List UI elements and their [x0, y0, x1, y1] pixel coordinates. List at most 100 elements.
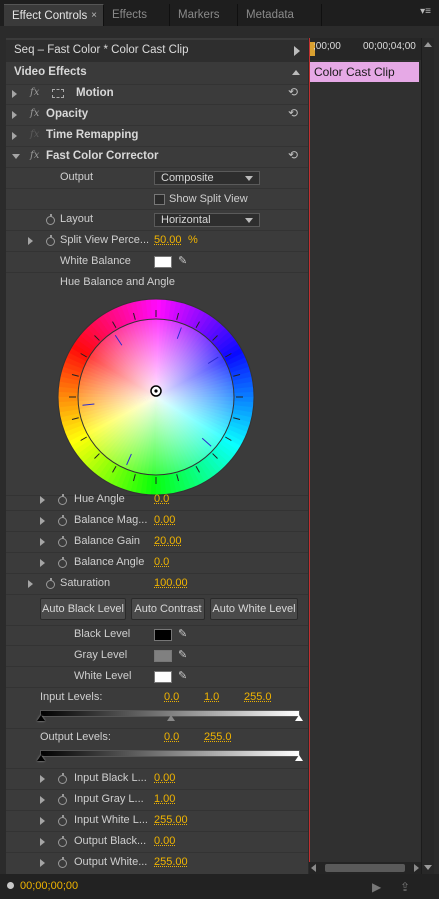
effect-row-opacity[interactable]: fx Opacity ⟲ — [6, 105, 308, 126]
output-black-value[interactable]: 0.0 — [164, 731, 179, 743]
output-white-level-value[interactable]: 255.00 — [154, 856, 188, 868]
tab-effect-controls[interactable]: Effect Controls × — [4, 4, 104, 26]
stopwatch-icon[interactable] — [58, 536, 67, 547]
white-level-label: White Level — [74, 670, 132, 682]
clip-bar[interactable]: Color Cast Clip — [309, 62, 419, 82]
expand-arrow-icon[interactable] — [40, 817, 45, 825]
scroll-left-icon[interactable] — [311, 864, 316, 872]
split-view-percent-row: Split View Perce... 50.00 % — [6, 231, 308, 252]
expand-arrow-icon[interactable] — [28, 237, 33, 245]
stopwatch-icon[interactable] — [46, 235, 55, 246]
black-level-swatch[interactable] — [154, 629, 172, 641]
auto-white-level-button[interactable]: Auto White Level — [210, 598, 298, 620]
stopwatch-icon[interactable] — [58, 494, 67, 505]
stopwatch-icon[interactable] — [58, 857, 67, 868]
eyedropper-icon[interactable]: ✎ — [178, 254, 187, 267]
time-ruler[interactable]: ;00;00 00;00;04;00 — [309, 38, 421, 60]
effect-row-fast-color-corrector[interactable]: fx Fast Color Corrector ⟲ — [6, 147, 308, 168]
input-gray-slider[interactable] — [167, 715, 175, 721]
output-white-slider[interactable] — [295, 755, 303, 761]
auto-black-level-button[interactable]: Auto Black Level — [40, 598, 126, 620]
expand-arrow-icon[interactable] — [40, 517, 45, 525]
expand-arrow-icon[interactable] — [12, 111, 17, 119]
current-timecode[interactable]: 00;00;00;00 — [20, 880, 78, 892]
effect-row-time-remapping[interactable]: fx Time Remapping — [6, 126, 308, 147]
input-white-level-value[interactable]: 255.00 — [154, 814, 188, 826]
stopwatch-icon[interactable] — [58, 515, 67, 526]
percent-unit: % — [188, 234, 198, 246]
horizontal-scrollbar[interactable] — [309, 862, 421, 874]
vertical-scrollbar[interactable] — [421, 38, 434, 874]
collapse-arrow-icon[interactable] — [292, 70, 300, 75]
stopwatch-icon[interactable] — [58, 557, 67, 568]
stopwatch-icon[interactable] — [58, 773, 67, 784]
effect-row-motion[interactable]: fx Motion ⟲ — [6, 84, 308, 105]
output-dropdown[interactable]: Composite — [154, 171, 260, 185]
expand-arrow-icon[interactable] — [28, 580, 33, 588]
stopwatch-icon[interactable] — [46, 214, 55, 225]
reset-icon[interactable]: ⟲ — [288, 85, 298, 99]
white-level-swatch[interactable] — [154, 671, 172, 683]
stopwatch-icon[interactable] — [58, 815, 67, 826]
split-view-percent-value[interactable]: 50.00 — [154, 234, 182, 246]
export-icon[interactable]: ⇪ — [400, 880, 410, 894]
input-black-slider[interactable] — [37, 715, 45, 721]
hue-angle-value[interactable]: 0.0 — [154, 493, 169, 505]
scroll-right-icon[interactable] — [414, 864, 419, 872]
collapse-arrow-icon[interactable] — [12, 154, 20, 159]
reset-icon[interactable]: ⟲ — [288, 148, 298, 162]
saturation-value[interactable]: 100.00 — [154, 577, 188, 589]
expand-arrow-icon[interactable] — [40, 775, 45, 783]
color-wheel[interactable] — [56, 297, 256, 497]
show-split-view-checkbox[interactable] — [154, 194, 165, 205]
layout-dropdown[interactable]: Horizontal — [154, 213, 260, 227]
panel-menu-icon[interactable]: ▾≡ — [420, 6, 431, 17]
expand-arrow-icon[interactable] — [40, 859, 45, 867]
reset-icon[interactable]: ⟲ — [288, 106, 298, 120]
input-black-level-value[interactable]: 0.00 — [154, 772, 175, 784]
output-black-level-value[interactable]: 0.00 — [154, 835, 175, 847]
eyedropper-icon[interactable]: ✎ — [178, 627, 187, 640]
gray-level-swatch[interactable] — [154, 650, 172, 662]
stopwatch-icon[interactable] — [58, 794, 67, 805]
input-gray-level-value[interactable]: 1.00 — [154, 793, 175, 805]
stopwatch-icon[interactable] — [46, 578, 55, 589]
balance-angle-row: Balance Angle 0.0 — [6, 553, 308, 574]
transform-icon[interactable] — [52, 89, 64, 98]
play-only-audio-icon[interactable]: ▶ — [372, 880, 381, 894]
expand-arrow-icon[interactable] — [40, 496, 45, 504]
expand-arrow-icon[interactable] — [40, 796, 45, 804]
fx-icon[interactable]: fx — [30, 108, 39, 119]
fx-icon[interactable]: fx — [30, 150, 39, 161]
balance-gain-value[interactable]: 20.00 — [154, 535, 182, 547]
balance-angle-value[interactable]: 0.0 — [154, 556, 169, 568]
expand-arrow-icon[interactable] — [12, 132, 17, 140]
show-timeline-arrow-icon[interactable] — [294, 46, 300, 56]
eyedropper-icon[interactable]: ✎ — [178, 669, 187, 682]
eyedropper-icon[interactable]: ✎ — [178, 648, 187, 661]
stopwatch-icon[interactable] — [58, 836, 67, 847]
input-black-value[interactable]: 0.0 — [164, 691, 179, 703]
expand-arrow-icon[interactable] — [40, 538, 45, 546]
tab-effects[interactable]: Effects — [104, 4, 170, 26]
expand-arrow-icon[interactable] — [40, 838, 45, 846]
split-view-percent-label: Split View Perce... — [60, 234, 150, 246]
tab-metadata[interactable]: Metadata — [238, 4, 322, 26]
scroll-down-icon[interactable] — [424, 865, 432, 870]
balance-magnitude-value[interactable]: 0.00 — [154, 514, 175, 526]
input-white-slider[interactable] — [295, 715, 303, 721]
tab-markers[interactable]: Markers — [170, 4, 238, 26]
auto-contrast-button[interactable]: Auto Contrast — [131, 598, 205, 620]
input-gray-value[interactable]: 1.0 — [204, 691, 219, 703]
fx-icon[interactable]: fx — [30, 87, 39, 98]
input-white-value[interactable]: 255.0 — [244, 691, 272, 703]
white-balance-swatch[interactable] — [154, 256, 172, 268]
output-white-value[interactable]: 255.0 — [204, 731, 232, 743]
close-icon[interactable]: × — [91, 5, 97, 27]
scroll-thumb[interactable] — [325, 864, 405, 872]
output-row: Output Composite — [6, 168, 308, 189]
output-black-slider[interactable] — [37, 755, 45, 761]
expand-arrow-icon[interactable] — [40, 559, 45, 567]
scroll-up-icon[interactable] — [424, 42, 432, 47]
expand-arrow-icon[interactable] — [12, 90, 17, 98]
